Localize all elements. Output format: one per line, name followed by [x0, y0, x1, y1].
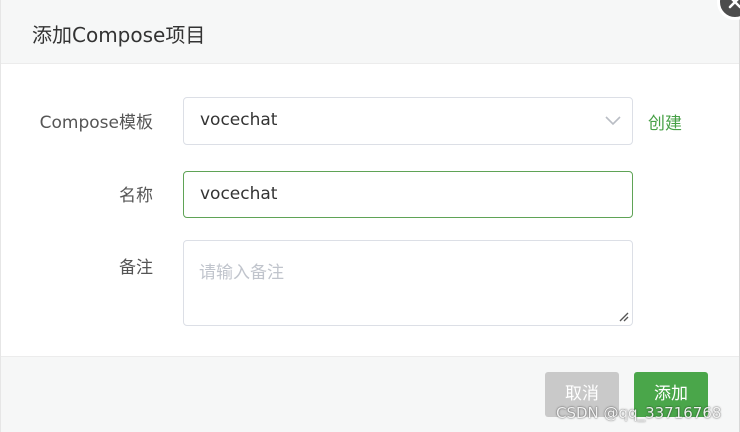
name-label: 名称	[119, 186, 153, 206]
resize-grip-icon[interactable]	[619, 312, 629, 322]
dialog-title: 添加Compose项目	[32, 23, 206, 47]
remark-label: 备注	[119, 258, 153, 278]
template-select[interactable]: vocechat	[183, 97, 633, 145]
remark-textarea[interactable]	[184, 241, 632, 325]
close-icon	[728, 0, 740, 9]
name-input[interactable]: vocechat	[183, 171, 633, 218]
template-select-value: vocechat	[200, 110, 278, 130]
chevron-down-icon	[605, 116, 621, 126]
name-input-value: vocechat	[200, 184, 278, 204]
template-label: Compose模板	[39, 113, 153, 133]
dialog-header: 添加Compose项目	[1, 0, 739, 64]
add-compose-dialog: 添加Compose项目 Compose模板 vocechat 创建 名称 voc…	[0, 0, 740, 432]
csdn-watermark: CSDN @qq_33716768	[556, 404, 722, 422]
remark-textarea-wrapper	[183, 240, 633, 326]
create-template-link[interactable]: 创建	[648, 109, 682, 134]
